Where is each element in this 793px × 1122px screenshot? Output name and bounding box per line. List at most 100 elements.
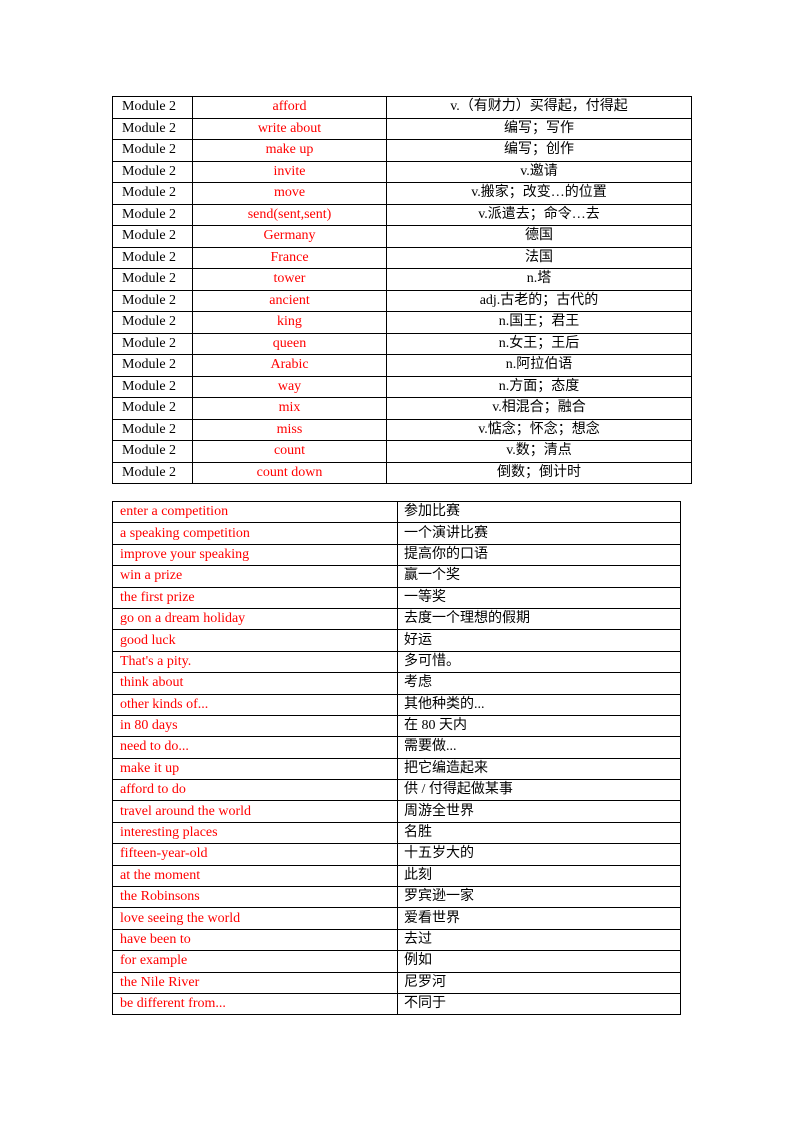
meaning-cell: adj.古老的；古代的 [386, 289, 692, 312]
module-cell: Module 2 [112, 182, 193, 205]
word-cell: invite [192, 160, 387, 183]
phrase-table: enter a competition 参加比赛 a speaking compet… [112, 500, 681, 1016]
module-cell: Module 2 [112, 440, 193, 463]
word-cell: queen [192, 332, 387, 355]
meaning-cell: 编写；写作 [386, 117, 692, 140]
word-cell: mix [192, 397, 387, 420]
meaning-cell: 一等奖 [397, 586, 681, 609]
phrase-row: have been to 去过 [112, 928, 681, 952]
word-cell: send(sent,sent) [192, 203, 387, 226]
phrase-row: good luck 好运 [112, 629, 681, 652]
phrase-cell: win a prize [112, 565, 398, 588]
module-cell: Module 2 [112, 289, 193, 312]
module-cell: Module 2 [112, 418, 193, 441]
phrase-cell: improve your speaking [112, 543, 398, 567]
phrase-row: the first prize 一等奖 [112, 586, 681, 609]
word-cell: write about [192, 117, 387, 140]
vocabulary-table: Module 2 afford v.（有财力）买得起，付得起 Module 2 writ… [112, 96, 692, 484]
phrase-cell: That's a pity. [112, 650, 398, 674]
meaning-cell: v.（有财力）买得起，付得起 [386, 96, 692, 119]
module-cell: Module 2 [112, 160, 193, 183]
phrase-cell: in 80 days [112, 714, 398, 738]
phrase-row: at the moment 此刻 [112, 864, 681, 888]
phrase-row: That's a pity. 多可惜。 [112, 650, 681, 674]
module-cell: Module 2 [112, 354, 193, 377]
module-cell: Module 2 [112, 461, 193, 484]
word-cell: afford [192, 96, 387, 119]
phrase-row: for example 例如 [112, 950, 681, 973]
phrase-row: make it up 把它编造起来 [112, 757, 681, 781]
phrase-row: afford to do 供 / 付得起做某事 [112, 779, 681, 802]
vocabulary-table-body: Module 2 afford v.（有财力）买得起，付得起 Module 2 writ… [112, 96, 692, 484]
meaning-cell: 去度一个理想的假期 [397, 607, 681, 631]
phrase-cell: at the moment [112, 864, 398, 888]
phrase-cell: enter a competition [112, 500, 398, 524]
meaning-cell: v.数；清点 [386, 440, 692, 463]
phrase-row: travel around the world 周游全世界 [112, 800, 681, 823]
meaning-cell: 此刻 [397, 864, 681, 888]
meaning-cell: 其他种类的... [397, 693, 681, 716]
module-cell: Module 2 [112, 311, 193, 334]
word-cell: Arabic [192, 354, 387, 377]
meaning-cell: 倒数；倒计时 [386, 461, 692, 484]
vocabulary-row: Module 2 ancient adj.古老的；古代的 [112, 289, 692, 312]
module-cell: Module 2 [112, 117, 193, 140]
meaning-cell: 考虑 [397, 672, 681, 695]
phrase-cell: need to do... [112, 736, 398, 759]
phrase-cell: interesting places [112, 821, 398, 845]
phrase-cell: other kinds of... [112, 693, 398, 716]
meaning-cell: 例如 [397, 950, 681, 973]
word-cell: France [192, 246, 387, 269]
phrase-cell: a speaking competition [112, 522, 398, 545]
meaning-cell: 供 / 付得起做某事 [397, 779, 681, 802]
vocabulary-row: Module 2 king n.国王；君王 [112, 311, 692, 334]
module-cell: Module 2 [112, 375, 193, 398]
vocabulary-row: Module 2 way n.方面；态度 [112, 375, 692, 398]
vocabulary-row: Module 2 miss v.惦念；怀念；想念 [112, 418, 692, 441]
meaning-cell: v.派遣去；命令…去 [386, 203, 692, 226]
word-cell: make up [192, 139, 387, 162]
phrase-cell: afford to do [112, 779, 398, 802]
meaning-cell: 一个演讲比赛 [397, 522, 681, 545]
meaning-cell: 罗宾逊一家 [397, 886, 681, 909]
vocabulary-row: Module 2 invite v.邀请 [112, 160, 692, 183]
vocabulary-row: Module 2 afford v.（有财力）买得起，付得起 [112, 96, 692, 119]
phrase-row: need to do... 需要做... [112, 736, 681, 759]
meaning-cell: v.邀请 [386, 160, 692, 183]
module-cell: Module 2 [112, 203, 193, 226]
phrase-cell: the Nile River [112, 971, 398, 994]
meaning-cell: 把它编造起来 [397, 757, 681, 781]
module-cell: Module 2 [112, 268, 193, 291]
phrase-row: go on a dream holiday 去度一个理想的假期 [112, 607, 681, 631]
phrase-row: improve your speaking 提高你的口语 [112, 543, 681, 567]
meaning-cell: n.国王；君王 [386, 311, 692, 334]
phrase-cell: the Robinsons [112, 886, 398, 909]
phrase-row: in 80 days 在 80 天内 [112, 714, 681, 738]
vocabulary-row: Module 2 queen n.女王；王后 [112, 332, 692, 355]
phrase-row: be different from... 不同于 [112, 992, 681, 1016]
phrase-cell: for example [112, 950, 398, 973]
meaning-cell: 周游全世界 [397, 800, 681, 823]
phrase-row: interesting places 名胜 [112, 821, 681, 845]
phrase-row: the Robinsons 罗宾逊一家 [112, 886, 681, 909]
meaning-cell: n.塔 [386, 268, 692, 291]
meaning-cell: 去过 [397, 928, 681, 952]
meaning-cell: 名胜 [397, 821, 681, 845]
vocabulary-row: Module 2 Germany 德国 [112, 225, 692, 248]
vocabulary-row: Module 2 send(sent,sent) v.派遣去；命令…去 [112, 203, 692, 226]
meaning-cell: 十五岁大的 [397, 843, 681, 866]
phrase-row: the Nile River 尼罗河 [112, 971, 681, 994]
vocabulary-row: Module 2 move v.搬家；改变…的位置 [112, 182, 692, 205]
meaning-cell: 提高你的口语 [397, 543, 681, 567]
meaning-cell: v.相混合；融合 [386, 397, 692, 420]
word-cell: way [192, 375, 387, 398]
meaning-cell: n.阿拉伯语 [386, 354, 692, 377]
phrase-cell: make it up [112, 757, 398, 781]
phrase-cell: have been to [112, 928, 398, 952]
module-cell: Module 2 [112, 397, 193, 420]
module-cell: Module 2 [112, 139, 193, 162]
phrase-row: fifteen-year-old 十五岁大的 [112, 843, 681, 866]
meaning-cell: n.方面；态度 [386, 375, 692, 398]
phrase-cell: love seeing the world [112, 907, 398, 930]
vocabulary-row: Module 2 make up 编写；创作 [112, 139, 692, 162]
